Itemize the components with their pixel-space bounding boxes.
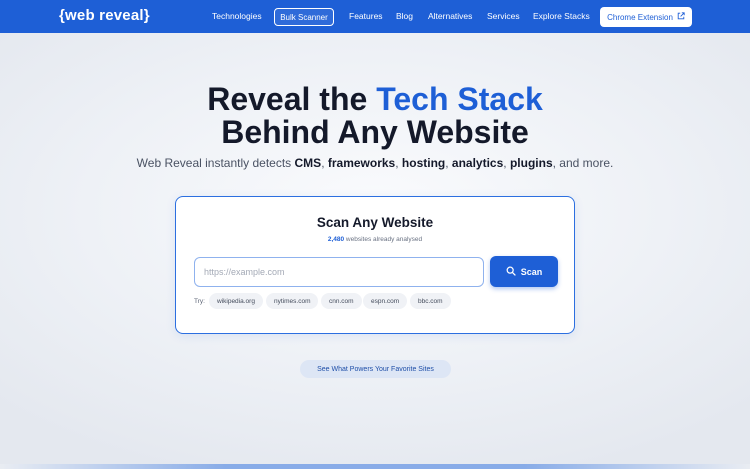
subtitle-analytics: analytics xyxy=(451,156,504,170)
scan-button[interactable]: Scan xyxy=(490,256,558,287)
subtitle-cms: CMS xyxy=(294,156,322,170)
example-chip-espn[interactable]: espn.com xyxy=(363,293,408,309)
nav-alternatives[interactable]: Alternatives xyxy=(428,11,472,21)
subtitle-sep: , xyxy=(395,156,402,170)
subtitle-outro: , and more. xyxy=(552,156,614,170)
hero-title-line1: Reveal the Tech Stack xyxy=(0,82,750,116)
nav-technologies[interactable]: Technologies xyxy=(212,11,262,21)
nav-blog[interactable]: Blog xyxy=(396,11,413,21)
example-chip-bbc[interactable]: bbc.com xyxy=(410,293,451,309)
brand-logo[interactable]: {web reveal} xyxy=(59,7,150,24)
try-label: Try: xyxy=(194,298,205,305)
scan-card: Scan Any Website 2,480 websites already … xyxy=(175,196,575,334)
nav-bulk-scanner[interactable]: Bulk Scanner xyxy=(274,8,334,26)
analysed-count-suffix: websites already analysed xyxy=(344,236,423,243)
subtitle-hosting: hosting xyxy=(401,156,446,170)
hero-title-part1: Reveal the xyxy=(207,81,377,117)
subtitle-intro: Web Reveal instantly detects xyxy=(136,156,295,170)
analysed-count-number: 2,480 xyxy=(327,236,345,243)
external-link-icon xyxy=(677,12,685,22)
nav-explore-stacks[interactable]: Explore Stacks xyxy=(533,11,590,21)
analysed-count: 2,480 websites already analysed xyxy=(176,236,574,243)
hero-title-line2: Behind Any Website xyxy=(221,114,529,150)
see-what-powers-button[interactable]: See What Powers Your Favorite Sites xyxy=(300,360,451,378)
top-navbar: {web reveal} Technologies Bulk Scanner F… xyxy=(0,0,750,33)
subtitle-sep: , xyxy=(321,156,328,170)
chrome-extension-button[interactable]: Chrome Extension xyxy=(600,7,692,27)
subtitle-frameworks: frameworks xyxy=(327,156,396,170)
bottom-accent-strip xyxy=(0,464,750,469)
nav-features[interactable]: Features xyxy=(349,11,383,21)
chrome-extension-label: Chrome Extension xyxy=(607,12,673,22)
example-chip-wikipedia[interactable]: wikipedia.org xyxy=(209,293,263,309)
hero-title-accent: Tech Stack xyxy=(376,81,543,117)
example-chip-nytimes[interactable]: nytimes.com xyxy=(266,293,319,309)
scan-button-label: Scan xyxy=(520,266,543,277)
example-chip-cnn[interactable]: cnn.com xyxy=(321,293,362,309)
hero-subtitle: Web Reveal instantly detects CMS, framew… xyxy=(0,156,750,170)
subtitle-plugins: plugins xyxy=(509,156,553,170)
search-icon xyxy=(506,266,516,278)
url-input[interactable] xyxy=(194,257,484,287)
subtitle-sep: , xyxy=(503,156,510,170)
scan-card-title: Scan Any Website xyxy=(316,215,434,230)
subtitle-sep: , xyxy=(445,156,452,170)
nav-services[interactable]: Services xyxy=(487,11,520,21)
